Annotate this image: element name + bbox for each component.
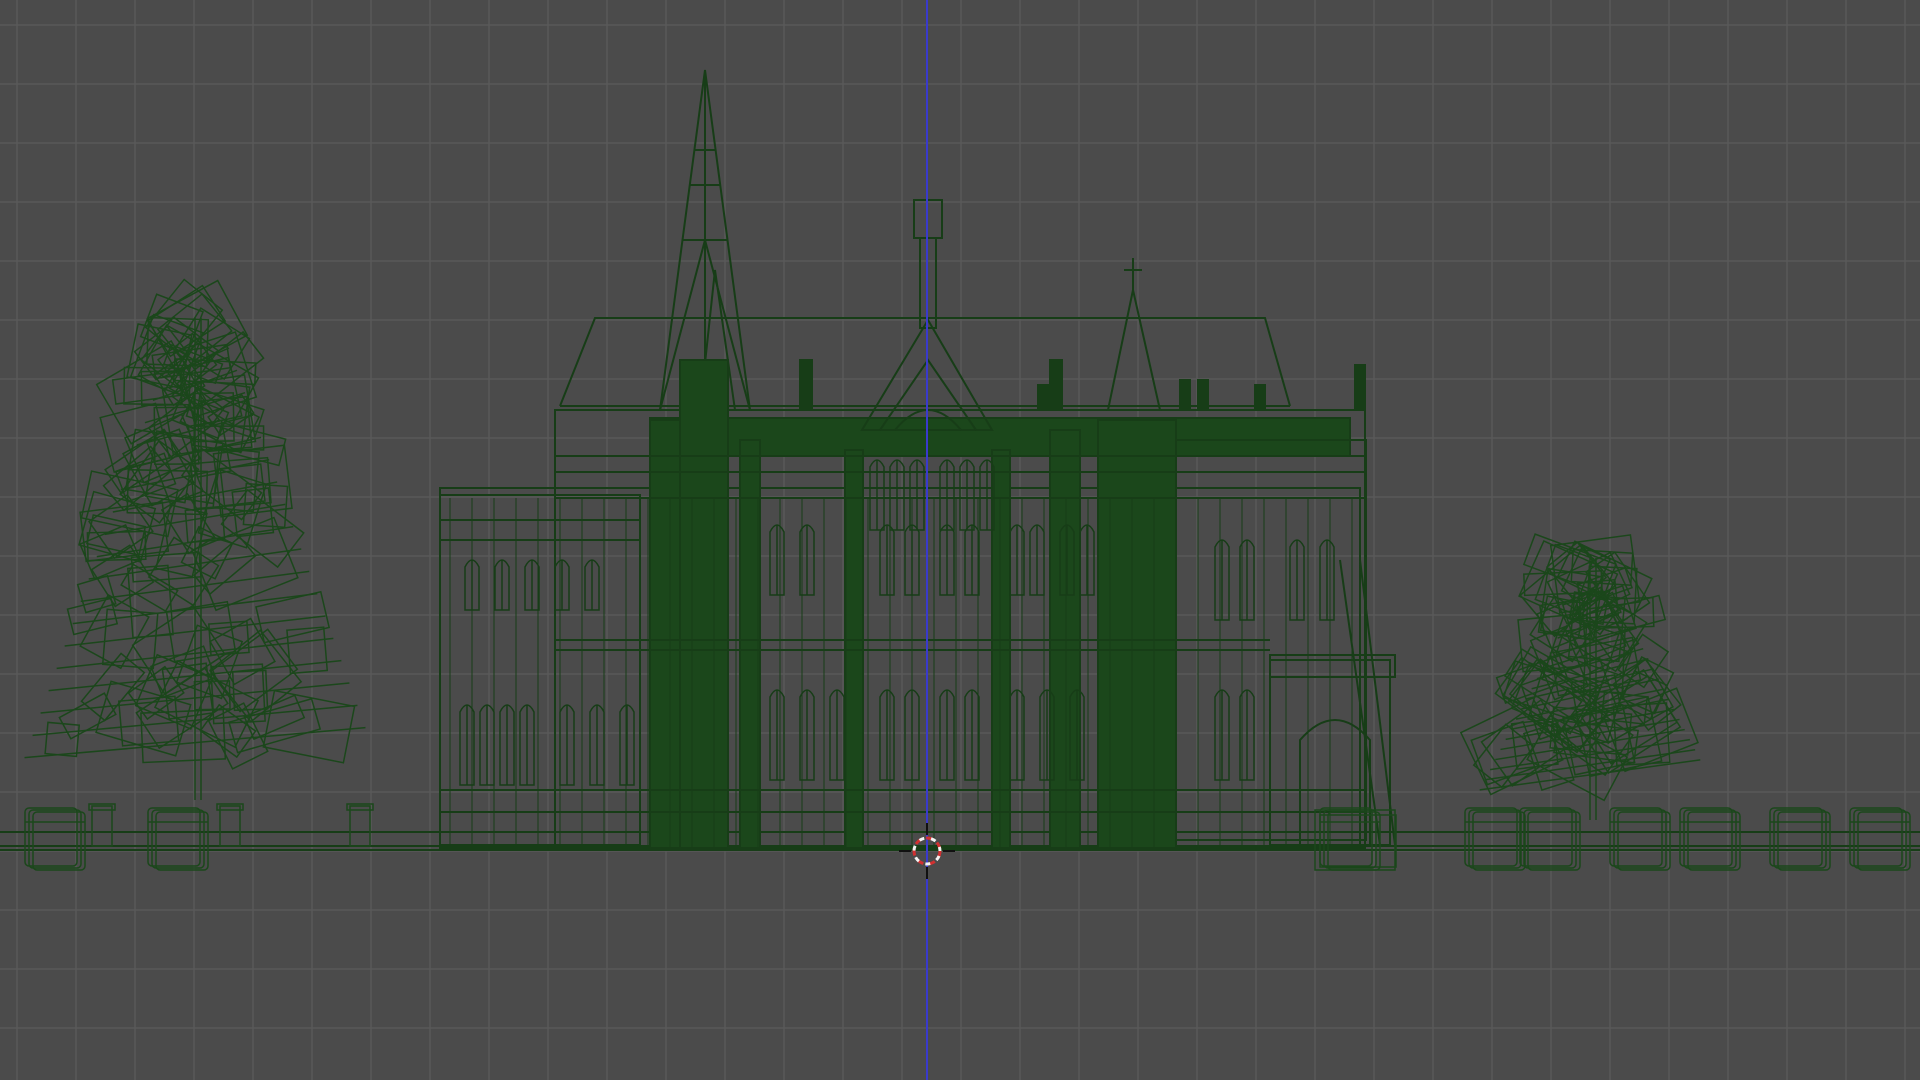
3d-viewport[interactable] xyxy=(0,0,1920,1080)
viewport-background xyxy=(0,0,1920,1080)
viewport-canvas[interactable] xyxy=(0,0,1920,1080)
